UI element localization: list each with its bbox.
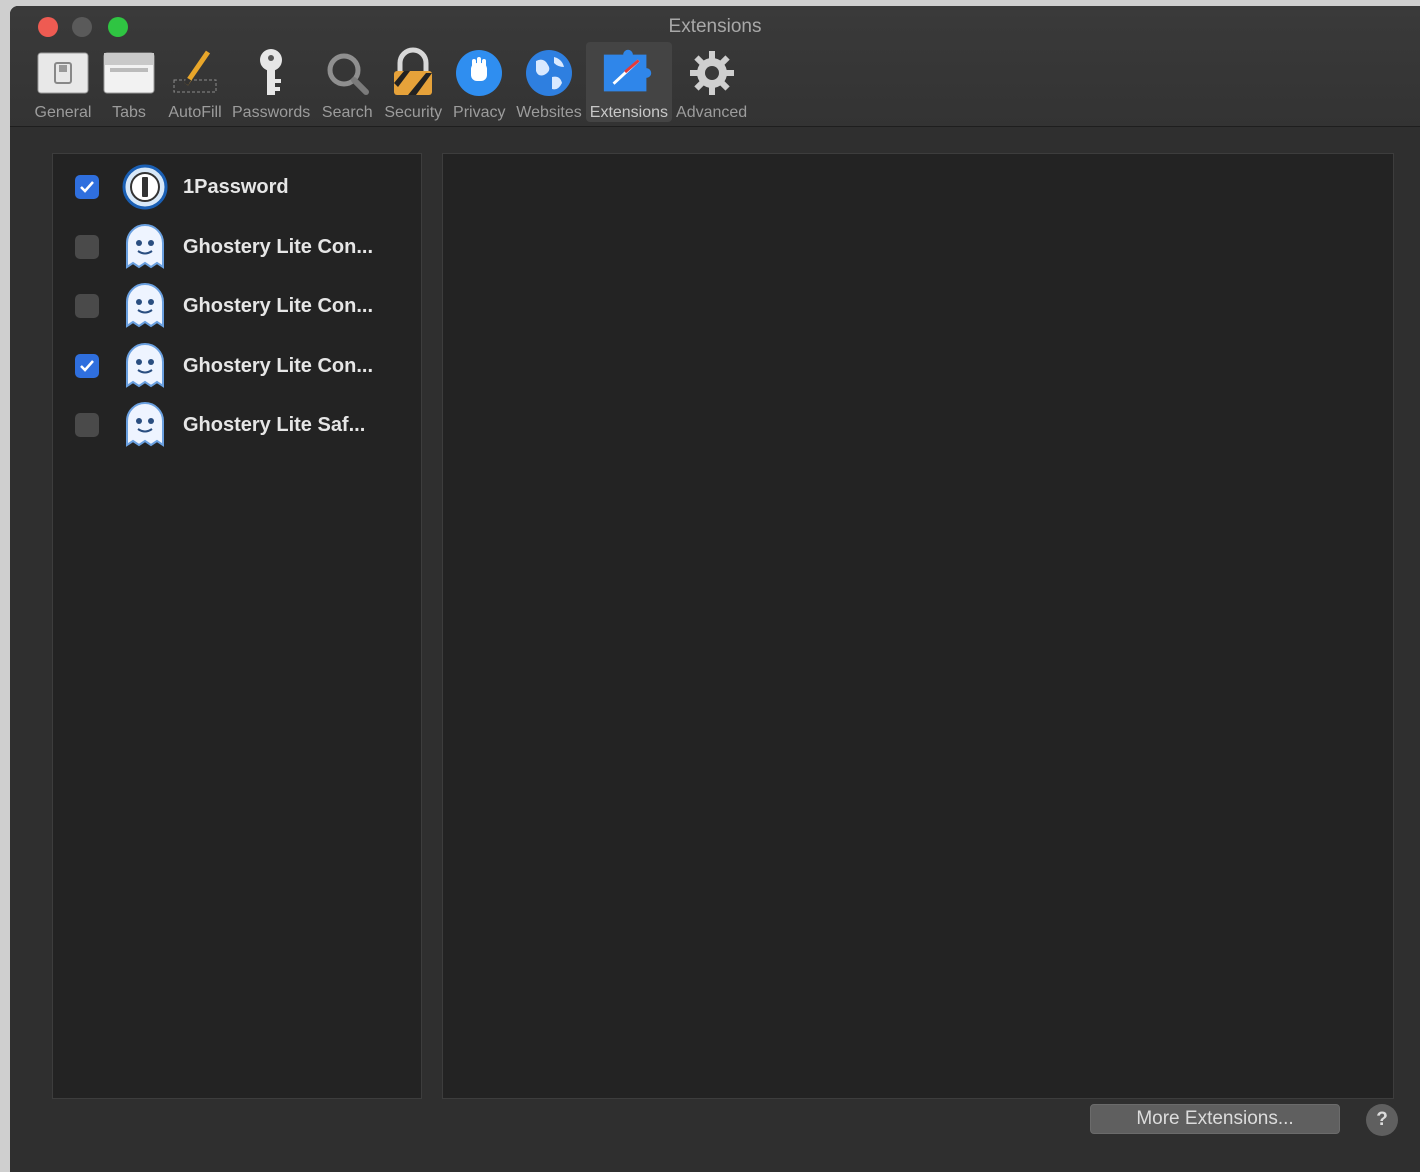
window-title: Extensions [668,16,762,37]
extension-row-1password[interactable]: 1Password [53,158,421,216]
tab-autofill-label: AutoFill [168,104,222,121]
puzzle-extensions-icon [600,46,658,100]
tab-search[interactable]: Search [314,42,380,122]
extension-enable-checkbox[interactable] [75,294,99,318]
tab-tabs-label: Tabs [112,104,146,121]
tab-websites-label: Websites [516,104,582,121]
preferences-toolbar: General Tabs AutoFill Passwords Search S… [30,42,751,126]
extension-enable-checkbox[interactable] [75,235,99,259]
ghost-icon [121,282,169,330]
extension-name: 1Password [183,175,289,198]
extension-detail-panel [442,153,1394,1099]
gear-icon [683,46,741,100]
tab-extensions[interactable]: Extensions [585,42,673,122]
pencil-autofill-icon [166,46,224,100]
magnifier-icon [318,46,376,100]
tab-passwords[interactable]: Passwords [228,42,314,122]
preferences-window: Extensions General Tabs AutoFill Passwor… [10,6,1420,1172]
ghost-icon [121,342,169,390]
tab-tabs[interactable]: Tabs [96,42,162,122]
tab-security-label: Security [384,104,443,121]
tab-privacy-label: Privacy [453,104,506,121]
padlock-icon [384,46,442,100]
tab-advanced[interactable]: Advanced [672,42,751,122]
extension-row-ghostery[interactable]: Ghostery Lite Con... [53,277,421,335]
extension-enable-checkbox[interactable] [75,413,99,437]
extension-row-ghostery[interactable]: Ghostery Lite Saf... [53,396,421,454]
extension-enable-checkbox[interactable] [75,354,99,378]
tab-privacy[interactable]: Privacy [446,42,512,122]
onepassword-icon [121,163,169,211]
tab-websites[interactable]: Websites [512,42,586,122]
help-button[interactable]: ? [1366,1104,1398,1136]
extension-name: Ghostery Lite Con... [183,354,374,377]
extensions-pane: 1Password Ghostery Lite Con... Ghostery … [10,127,1420,1172]
ghost-icon [121,401,169,449]
ghost-icon [121,223,169,271]
extension-name: Ghostery Lite Con... [183,294,374,317]
extension-row-ghostery[interactable]: Ghostery Lite Con... [53,218,421,276]
tab-security[interactable]: Security [380,42,446,122]
tab-search-label: Search [321,104,373,121]
hand-privacy-icon [450,46,508,100]
tab-autofill[interactable]: AutoFill [162,42,228,122]
tab-advanced-label: Advanced [676,104,748,121]
tab-extensions-label: Extensions [589,104,669,121]
more-extensions-button[interactable]: More Extensions... [1090,1104,1340,1134]
title-bar: Extensions General Tabs AutoFill Passwor… [10,6,1420,127]
extension-name: Ghostery Lite Saf... [183,413,366,436]
extension-row-ghostery[interactable]: Ghostery Lite Con... [53,337,421,395]
tab-passwords-label: Passwords [232,104,311,121]
extensions-list[interactable]: 1Password Ghostery Lite Con... Ghostery … [52,153,422,1099]
tabs-icon [100,46,158,100]
general-switch-icon [34,46,92,100]
extension-name: Ghostery Lite Con... [183,235,374,258]
tab-general-label: General [34,104,92,121]
globe-icon [520,46,578,100]
tab-general[interactable]: General [30,42,96,122]
extension-enable-checkbox[interactable] [75,175,99,199]
key-icon [242,46,300,100]
